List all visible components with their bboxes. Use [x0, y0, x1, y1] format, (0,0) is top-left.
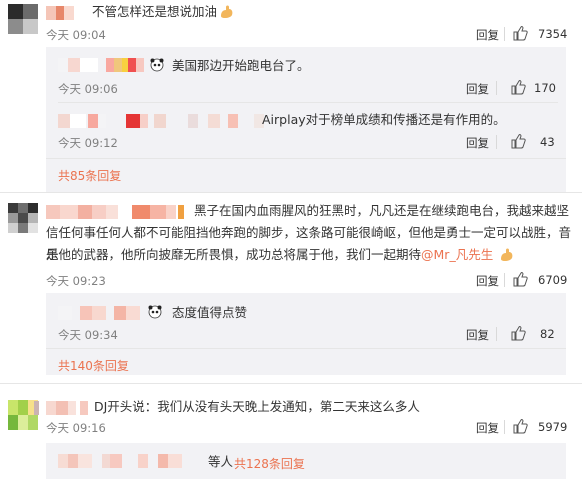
- divider: [504, 27, 505, 41]
- comment-time: 今天 09:16: [46, 421, 106, 435]
- divider: [46, 158, 566, 159]
- flexed-arm-emoji: [499, 246, 515, 262]
- panda-emoji: [150, 58, 164, 72]
- divider: [504, 420, 505, 434]
- thumb-up-icon[interactable]: [510, 133, 526, 149]
- reply-button[interactable]: 回复: [476, 273, 499, 289]
- reply-text: 态度值得点赞: [172, 305, 248, 320]
- thumb-up-icon[interactable]: [512, 25, 528, 41]
- divider: [504, 273, 505, 287]
- like-count: 170: [534, 81, 556, 95]
- flexed-arm-emoji: [219, 3, 235, 19]
- divider: [496, 327, 497, 341]
- reply-button[interactable]: 回复: [466, 327, 489, 343]
- reply-button[interactable]: 回复: [466, 81, 489, 97]
- thumb-up-icon[interactable]: [512, 418, 528, 434]
- comment-time: 今天 09:23: [46, 274, 106, 288]
- view-more-replies-link[interactable]: 共85条回复: [58, 167, 121, 184]
- reply-time: 今天 09:34: [58, 328, 118, 342]
- like-count: 5979: [538, 420, 568, 434]
- comment-text: DJ开头说：我们从没有头天晚上发通知，第二天来这么多人: [94, 399, 420, 414]
- divider: [0, 383, 582, 384]
- like-count: 6709: [538, 273, 568, 287]
- divider: [0, 192, 582, 193]
- mention-link[interactable]: @Mr_凡先生: [421, 247, 493, 262]
- reply-thread-collapsed[interactable]: [46, 443, 566, 479]
- thumb-up-icon[interactable]: [510, 325, 526, 341]
- thumb-up-icon[interactable]: [510, 79, 526, 95]
- comment-time: 今天 09:04: [46, 28, 106, 42]
- avatar[interactable]: [8, 4, 38, 34]
- like-count: 7354: [538, 27, 568, 41]
- divider: [58, 102, 558, 103]
- reply-button[interactable]: 回复: [476, 27, 499, 43]
- thumb-up-icon[interactable]: [512, 271, 528, 287]
- reply-button[interactable]: 回复: [466, 135, 489, 151]
- comment-text: 不管怎样还是想说加油: [92, 1, 235, 23]
- avatar[interactable]: [8, 203, 38, 233]
- comment-text: 黑子在国内血雨腥风的狂黑时，凡凡还是在继续跑电台，我越来越坚: [194, 203, 570, 218]
- reply-time: 今天 09:06: [58, 82, 118, 96]
- reply-time: 今天 09:12: [58, 136, 118, 150]
- reply-text: 美国那边开始跑电台了。: [172, 58, 310, 73]
- view-more-replies-link[interactable]: 共128条回复: [234, 455, 305, 472]
- panda-emoji: [148, 305, 162, 319]
- reply-button[interactable]: 回复: [476, 420, 499, 436]
- divider: [496, 135, 497, 149]
- view-more-replies-link[interactable]: 共140条回复: [58, 357, 129, 374]
- reply-text: Airplay对于榜单成绩和传播还是有作用的。: [262, 112, 506, 127]
- comment-text: 是他的武器，他所向披靡无所畏惧，成功总将属于他，我们一起期待@Mr_凡先生: [46, 244, 515, 266]
- like-count: 43: [540, 135, 555, 149]
- like-count: 82: [540, 327, 555, 341]
- divider: [46, 348, 566, 349]
- divider: [496, 81, 497, 95]
- collapsed-suffix: 等人: [208, 454, 234, 469]
